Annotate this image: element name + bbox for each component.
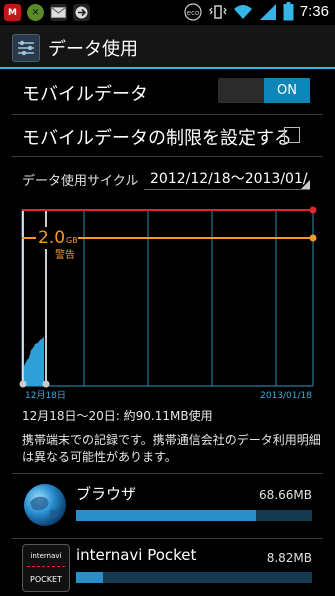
battery-icon — [283, 2, 294, 21]
divider — [12, 114, 323, 115]
usage-summary: 12月18日〜20日: 約90.11MB使用 — [22, 409, 213, 423]
app-name: internavi Pocket — [76, 546, 197, 564]
limit-label: モバイルデータの制限を設定する — [22, 128, 292, 149]
clock: 7:36 — [299, 3, 329, 20]
carrier-note: 携帯端末での記録です。携帯通信会社のデータ利用明細は異なる可能性があります。 — [22, 433, 321, 464]
app-row-browser[interactable]: ブラウザ 68.66MB — [0, 478, 335, 534]
cycle-label: データ使用サイクル — [22, 174, 139, 189]
divider — [12, 156, 323, 157]
data-usage-settings-icon[interactable] — [12, 34, 40, 62]
wifi-icon — [233, 4, 252, 19]
mobile-data-label: モバイルデータ — [22, 84, 148, 105]
cycle-spinner[interactable]: 2012/12/18〜2013/01/ — [144, 163, 310, 190]
toggle-on-state: ON — [264, 78, 310, 103]
divider — [12, 538, 323, 539]
cycle-start-knob[interactable] — [19, 380, 27, 388]
mcafee-icon: M — [4, 4, 21, 21]
page-title: データ使用 — [48, 39, 138, 60]
warning-unit: GB — [66, 236, 78, 245]
dropdown-triangle-icon — [301, 180, 310, 189]
usage-bar — [76, 572, 312, 583]
cycle-end-knob[interactable] — [42, 380, 50, 388]
divider — [12, 473, 323, 474]
system-icons: eco 7:36 — [183, 2, 329, 21]
warning-label: 警告 — [55, 248, 75, 261]
usage-area — [24, 337, 44, 386]
globe-icon — [24, 484, 66, 526]
app-size: 68.66MB — [259, 488, 312, 502]
svg-text:eco: eco — [187, 9, 199, 17]
eco-icon: eco — [184, 2, 202, 21]
cycle-end-label: 2013/01/18 — [260, 391, 312, 401]
limit-checkbox[interactable] — [284, 127, 300, 143]
warning-handle[interactable] — [309, 234, 317, 242]
usage-bar-fill — [76, 572, 103, 583]
signal-icon — [259, 3, 276, 20]
internavi-icon: internavi POCKET — [22, 544, 70, 592]
action-bar: データ使用 — [0, 25, 335, 69]
notification-icons: M ✕ — [4, 4, 90, 21]
mobile-data-toggle[interactable]: ON — [218, 78, 310, 103]
cycle-start-label: 12月18日 — [25, 390, 66, 401]
cycle-value: 2012/12/18〜2013/01/ — [150, 171, 308, 187]
usage-bar-fill — [76, 510, 256, 521]
usage-chart: 2.0 GB 警告 12月18日 2013/01/18 — [19, 206, 317, 401]
email-icon — [50, 4, 67, 21]
app-name: ブラウザ — [76, 485, 137, 503]
xbox-icon: ✕ — [27, 4, 44, 21]
app-row-internavi[interactable]: internavi POCKET internavi Pocket 8.82MB — [0, 542, 335, 596]
limit-handle[interactable] — [309, 206, 317, 214]
app-size: 8.82MB — [266, 551, 312, 565]
usage-bar — [76, 510, 312, 521]
sync-icon — [73, 4, 90, 21]
vibrate-icon — [208, 4, 227, 19]
status-bar: M ✕ eco 7:36 — [0, 0, 335, 25]
warning-value: 2.0 — [38, 228, 65, 248]
